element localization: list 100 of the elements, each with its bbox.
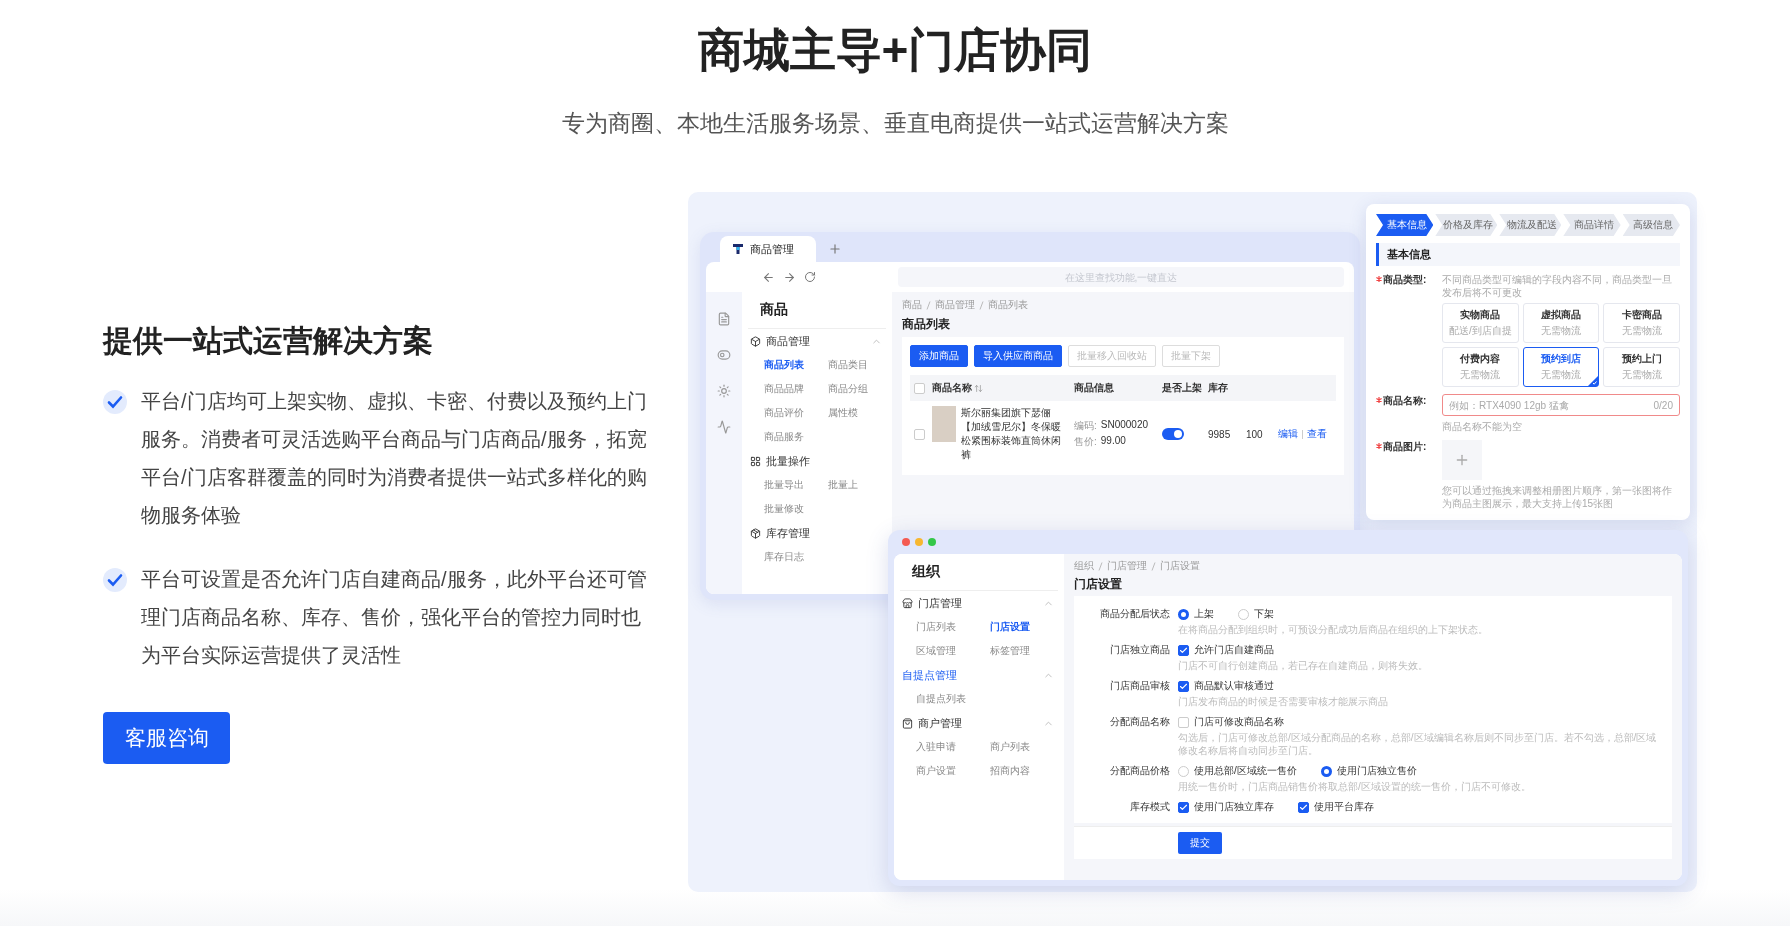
nav-group[interactable]: 自提点管理	[894, 663, 1064, 687]
consult-button[interactable]: 客服咨询	[103, 711, 230, 764]
column-header[interactable]: 商品名称	[932, 381, 1070, 395]
breadcrumb-item[interactable]: 组织	[1074, 559, 1094, 573]
section-heading: 提供一站式运营解决方案	[103, 322, 434, 359]
nav-group[interactable]: 门店管理	[894, 591, 1064, 615]
nav-item[interactable]: 批量导出	[764, 473, 828, 497]
checkbox[interactable]	[1178, 680, 1189, 692]
field-label: 商品图片:	[1383, 440, 1427, 454]
refresh-icon[interactable]	[804, 271, 816, 283]
close-dot	[902, 538, 910, 546]
page-heading: 商城主导+门店协同	[697, 23, 1093, 78]
back-icon[interactable]	[762, 270, 775, 284]
corner-check-icon	[1588, 376, 1599, 386]
step-tab[interactable]: 高级信息	[1622, 214, 1680, 236]
setting-label: 分配商品价格	[1109, 764, 1170, 778]
checkbox[interactable]	[1178, 801, 1189, 813]
type-option[interactable]: 实物商品 配送/到店自提	[1442, 303, 1519, 343]
option-label: 使用门店独立库存	[1194, 800, 1274, 814]
nav-item[interactable]: 批量上	[828, 473, 892, 497]
nav-item[interactable]: 商品列表	[764, 353, 828, 377]
type-option[interactable]: 预约上门 无需物流	[1603, 347, 1680, 387]
activity-icon[interactable]	[717, 420, 731, 434]
nav-item[interactable]: 商品评价	[764, 401, 828, 425]
column-header: 商品信息	[1074, 381, 1115, 395]
toggle-switch[interactable]	[1162, 428, 1184, 440]
sidebar-title: 组织	[900, 554, 1058, 591]
cube-icon	[750, 335, 761, 347]
nav-item[interactable]: 门店列表	[916, 615, 990, 639]
checkbox[interactable]	[1298, 801, 1309, 813]
breadcrumb-item[interactable]: 商品列表	[988, 298, 1028, 312]
photo-placeholder	[932, 406, 956, 442]
step-tab[interactable]: 商品详情	[1563, 214, 1621, 236]
page-title: 商品列表	[902, 316, 951, 333]
forward-icon[interactable]	[783, 270, 796, 284]
option-label: 使用平台库存	[1314, 800, 1374, 814]
row-link[interactable]: 编辑	[1278, 427, 1298, 441]
step-tab[interactable]: 价格及库存	[1435, 214, 1498, 236]
nav-item[interactable]: 区域管理	[916, 639, 990, 663]
option-label: 上架	[1194, 607, 1214, 621]
nav-item[interactable]: 门店设置	[990, 615, 1064, 639]
breadcrumb-separator-icon	[926, 300, 931, 310]
field-label: 商品类型:	[1383, 273, 1427, 287]
document-icon[interactable]	[717, 312, 731, 326]
check-icon	[103, 567, 127, 592]
plus-icon	[1454, 452, 1470, 468]
table-cell-text: SN000020	[1100, 419, 1149, 432]
option-label: 使用门店独立售价	[1336, 764, 1417, 778]
option-label: 下架	[1254, 607, 1274, 621]
nav-item[interactable]: 商户列表	[990, 735, 1064, 759]
radio-button[interactable]	[1320, 765, 1332, 777]
toolbar-button[interactable]: 导入供应商商品	[974, 345, 1062, 367]
breadcrumb-separator-icon	[1151, 561, 1156, 571]
nav-item[interactable]: 自提点列表	[916, 687, 990, 711]
nav-group[interactable]: 商品管理	[742, 329, 892, 353]
breadcrumb-item[interactable]: 商品	[902, 298, 922, 312]
nav-item[interactable]: 属性模	[828, 401, 892, 425]
nav-item[interactable]: 商户设置	[916, 759, 990, 783]
submit-button[interactable]: 提交	[1178, 832, 1222, 854]
toggle-icon[interactable]	[717, 348, 731, 362]
option-label: 门店可修改商品名称	[1194, 715, 1284, 729]
sun-icon[interactable]	[717, 384, 731, 398]
window-tab[interactable]: 商品管理	[720, 236, 816, 262]
step-tab[interactable]: 基本信息	[1376, 214, 1434, 236]
nav-group[interactable]: 商户管理	[894, 711, 1064, 735]
breadcrumb-item[interactable]: 门店管理	[1107, 559, 1147, 573]
tab-label: 商品管理	[750, 241, 794, 257]
sort-icon[interactable]	[974, 383, 983, 393]
nav-item[interactable]: 商品品牌	[764, 377, 828, 401]
breadcrumb-item[interactable]: 商品管理	[935, 298, 975, 312]
add-tab-icon[interactable]	[828, 242, 842, 256]
row-link[interactable]: 查看	[1307, 427, 1327, 441]
type-option[interactable]: 付费内容 无需物流	[1442, 347, 1519, 387]
upload-button[interactable]	[1442, 440, 1482, 480]
checkbox[interactable]	[1178, 644, 1189, 656]
type-option[interactable]: 预约到店 无需物流	[1522, 347, 1600, 387]
nav-item[interactable]: 批量修改	[764, 497, 828, 521]
nav-item[interactable]: 入驻申请	[916, 735, 990, 759]
page-title: 门店设置	[1074, 576, 1123, 593]
nav-item[interactable]: 商品类目	[828, 353, 892, 377]
nav-item[interactable]: 库存日志	[764, 545, 828, 569]
nav-group[interactable]: 库存管理	[742, 521, 892, 545]
nav-item[interactable]: 招商内容	[990, 759, 1064, 783]
option-label: 使用总部/区域统一售价	[1194, 764, 1297, 778]
step-tab[interactable]: 物流及配送	[1499, 214, 1562, 236]
grid-icon	[750, 455, 761, 467]
nav-item[interactable]: 标签管理	[990, 639, 1064, 663]
option-label: 商品默认审核通过	[1194, 679, 1274, 693]
type-option[interactable]: 虚拟商品 无需物流	[1522, 303, 1600, 343]
store-icon	[902, 597, 913, 609]
toolbar-button[interactable]: 添加商品	[910, 345, 968, 367]
table-cell-text: 9985	[1208, 428, 1232, 440]
type-option[interactable]: 卡密商品 无需物流	[1603, 303, 1680, 343]
nav-item[interactable]: 商品分组	[828, 377, 892, 401]
table-cell-text: 99.00	[1100, 435, 1126, 448]
nav-group[interactable]: 批量操作	[742, 449, 892, 473]
radio-button[interactable]	[1178, 608, 1189, 620]
column-header: 是否上架	[1162, 381, 1203, 395]
breadcrumb-item[interactable]: 门店设置	[1160, 559, 1200, 573]
nav-item[interactable]: 商品服务	[764, 425, 828, 449]
